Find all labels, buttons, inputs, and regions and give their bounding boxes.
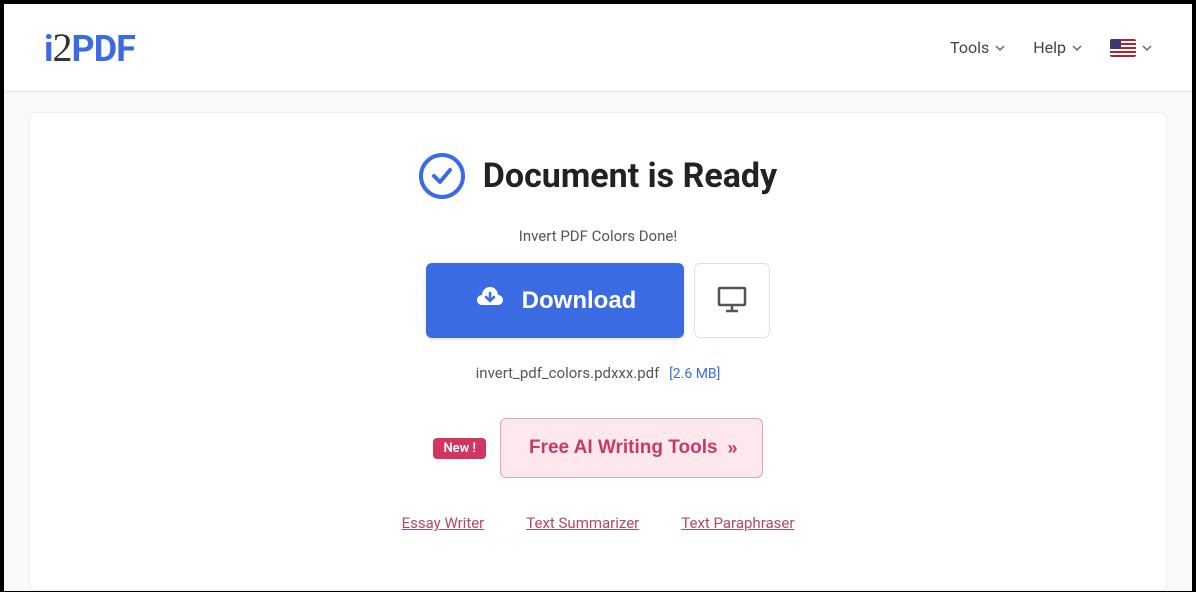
nav-language[interactable] <box>1110 39 1152 57</box>
double-chevron-right-icon: » <box>728 438 734 459</box>
preview-button[interactable] <box>694 263 770 338</box>
download-label: Download <box>522 287 637 315</box>
ready-row: Document is Ready <box>30 153 1166 199</box>
header: i2PDF Tools Help <box>4 4 1192 92</box>
file-size: [2.6 MB] <box>669 366 720 382</box>
monitor-icon <box>714 281 750 320</box>
text-paraphraser-link[interactable]: Text Paraphraser <box>681 514 794 532</box>
text-summarizer-link[interactable]: Text Summarizer <box>526 514 639 532</box>
nav: Tools Help <box>950 38 1152 57</box>
cloud-download-icon <box>474 281 506 320</box>
chevron-down-icon <box>1142 43 1152 53</box>
file-info: invert_pdf_colors.pdxxx.pdf [2.6 MB] <box>30 364 1166 382</box>
file-name: invert_pdf_colors.pdxxx.pdf <box>476 364 660 382</box>
new-badge: New ! <box>433 438 486 459</box>
nav-tools[interactable]: Tools <box>950 38 1005 57</box>
chevron-down-icon <box>995 43 1005 53</box>
tool-links: Essay Writer Text Summarizer Text Paraph… <box>30 514 1166 532</box>
logo[interactable]: i2PDF <box>44 24 135 71</box>
ai-tools-row: New ! Free AI Writing Tools » <box>30 418 1166 478</box>
nav-tools-label: Tools <box>950 38 989 57</box>
essay-writer-link[interactable]: Essay Writer <box>402 514 485 532</box>
nav-help-label: Help <box>1033 38 1066 57</box>
main-card: Document is Ready Invert PDF Colors Done… <box>29 112 1167 591</box>
download-row: Download <box>30 263 1166 338</box>
page-title: Document is Ready <box>483 156 777 196</box>
ai-writing-tools-button[interactable]: Free AI Writing Tools » <box>500 418 763 478</box>
logo-i: i <box>44 28 53 70</box>
us-flag-icon <box>1110 39 1136 57</box>
subtitle: Invert PDF Colors Done! <box>30 227 1166 245</box>
ai-button-label: Free AI Writing Tools <box>529 437 718 459</box>
download-button[interactable]: Download <box>426 263 685 338</box>
check-circle-icon <box>419 153 465 199</box>
page-background: Document is Ready Invert PDF Colors Done… <box>4 92 1192 591</box>
logo-two: 2 <box>53 25 72 70</box>
chevron-down-icon <box>1072 43 1082 53</box>
logo-pdf: PDF <box>72 28 135 70</box>
nav-help[interactable]: Help <box>1033 38 1082 57</box>
